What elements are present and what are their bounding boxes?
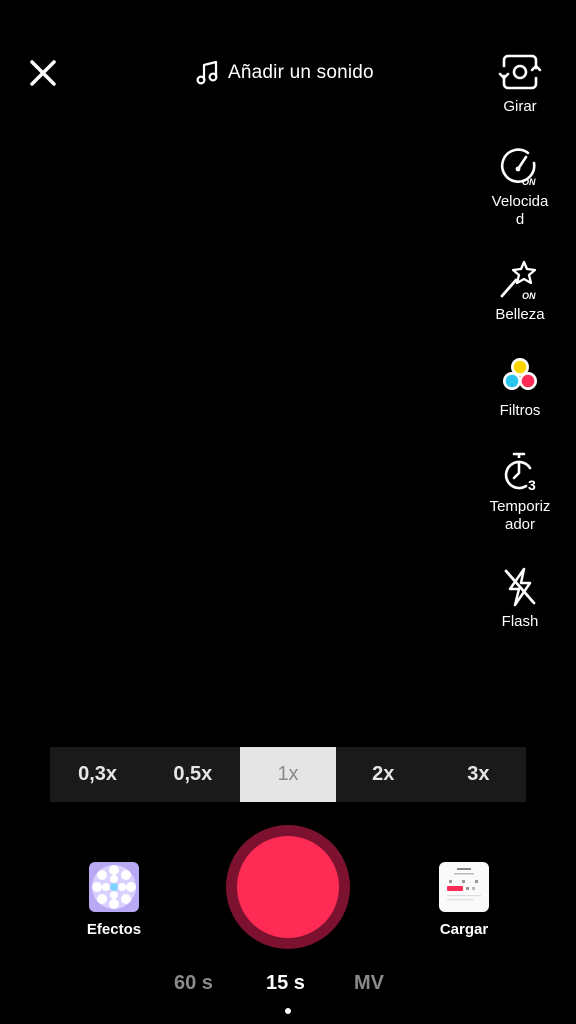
beauty-button[interactable]: ON Belleza	[484, 258, 556, 324]
speed-option-3x[interactable]: 3x	[431, 747, 526, 802]
speed-button[interactable]: ON Velocidad	[484, 145, 556, 229]
filters-label: Filtros	[499, 402, 541, 419]
mode-tab-mv[interactable]: MV	[354, 972, 384, 995]
mode-tab-60s[interactable]: 60 s	[174, 972, 213, 995]
speed-option-0-5x[interactable]: 0,5x	[145, 747, 240, 802]
flip-label: Girar	[503, 98, 537, 115]
speed-label: Velocidad	[491, 193, 549, 228]
active-mode-indicator	[285, 1008, 291, 1014]
filters-icon	[498, 354, 542, 398]
speed-badge: ON	[522, 177, 536, 187]
close-button[interactable]	[26, 56, 60, 90]
flip-button[interactable]: Girar	[484, 50, 556, 116]
beauty-badge: ON	[522, 291, 536, 301]
record-button[interactable]	[237, 836, 339, 938]
magic-wand-icon: ON	[498, 258, 542, 302]
mode-tab-15s[interactable]: 15 s	[266, 972, 305, 995]
effects-label: Efectos	[86, 921, 142, 938]
music-note-icon	[196, 60, 218, 85]
add-sound-label: Añadir un sonido	[228, 62, 374, 83]
upload-button[interactable]: Cargar	[436, 862, 492, 938]
upload-thumbnail	[439, 862, 489, 912]
timer-button[interactable]: 3 Temporizador	[484, 450, 556, 534]
timer-badge: 3	[528, 477, 536, 493]
filters-button[interactable]: Filtros	[484, 354, 556, 420]
flash-label: Flash	[501, 613, 539, 630]
upload-label: Cargar	[439, 921, 489, 938]
effects-thumbnail	[89, 862, 139, 912]
speed-icon: ON	[498, 145, 542, 189]
flash-button[interactable]: Flash	[484, 565, 556, 631]
close-icon	[30, 60, 56, 86]
beauty-label: Belleza	[495, 306, 545, 323]
add-sound-button[interactable]: Añadir un sonido	[196, 58, 374, 88]
flip-camera-icon	[498, 50, 542, 94]
effects-button[interactable]: Efectos	[86, 862, 142, 938]
timer-label: Temporizador	[489, 498, 551, 533]
speed-option-0-3x[interactable]: 0,3x	[50, 747, 145, 802]
flash-off-icon	[498, 565, 542, 609]
timer-icon: 3	[498, 450, 542, 494]
speed-option-2x[interactable]: 2x	[336, 747, 431, 802]
speed-option-1x[interactable]: 1x	[240, 747, 336, 802]
speed-selector: 0,3x 0,5x 1x 2x 3x	[50, 747, 526, 802]
